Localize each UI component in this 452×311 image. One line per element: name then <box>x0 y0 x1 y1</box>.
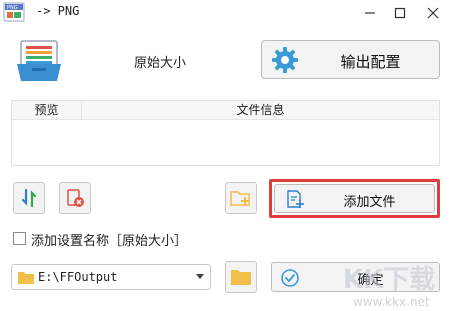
profile-card-icon <box>17 40 61 81</box>
chevron-down-icon <box>196 274 204 279</box>
ok-label: 确定 <box>357 273 384 288</box>
maximize-icon <box>394 7 406 19</box>
close-icon <box>427 7 439 19</box>
folder-icon <box>18 272 34 284</box>
minimize-icon <box>365 12 375 14</box>
browse-folder-icon <box>231 270 251 285</box>
column-header-file-info[interactable]: 文件信息 <box>82 101 439 120</box>
minimize-button[interactable] <box>355 0 385 26</box>
title-bar: PNG -> PNG <box>0 0 452 26</box>
check-circle-icon <box>281 269 299 287</box>
sort-icon <box>21 188 37 208</box>
add-file-highlight: 添加文件 <box>269 179 440 218</box>
close-button[interactable] <box>418 0 448 26</box>
file-list-table[interactable]: 预览 文件信息 <box>11 100 440 166</box>
svg-text:PNG: PNG <box>7 5 18 11</box>
clear-list-button[interactable] <box>59 182 91 214</box>
browse-folder-button[interactable] <box>225 261 257 293</box>
output-path-select[interactable]: E:\FFOutput <box>11 264 211 290</box>
add-file-label: 添加文件 <box>343 195 396 210</box>
table-header: 预览 文件信息 <box>12 101 439 120</box>
add-setting-name-label[interactable]: 添加设置名称［原始大小］ <box>31 230 187 249</box>
maximize-button[interactable] <box>385 0 415 26</box>
watermark-url: www.kkx.net <box>353 295 430 309</box>
format-factory-png-icon: PNG <box>3 2 25 22</box>
add-folder-button[interactable] <box>225 182 257 214</box>
clear-list-icon <box>67 189 84 207</box>
sort-button[interactable] <box>13 182 45 214</box>
profile-name: 原始大小 <box>133 56 186 71</box>
column-header-preview[interactable]: 预览 <box>12 101 82 120</box>
add-file-icon <box>287 190 304 208</box>
gear-icon <box>272 47 298 73</box>
add-folder-icon <box>230 191 250 206</box>
ok-button[interactable]: 确定 <box>271 262 440 292</box>
output-config-button[interactable]: 输出配置 <box>261 40 440 79</box>
output-config-label: 输出配置 <box>340 53 401 71</box>
add-setting-name-checkbox[interactable] <box>13 232 26 245</box>
output-path-value: E:\FFOutput <box>38 270 118 284</box>
add-file-button[interactable]: 添加文件 <box>274 184 435 213</box>
window-title: -> PNG <box>36 4 80 18</box>
